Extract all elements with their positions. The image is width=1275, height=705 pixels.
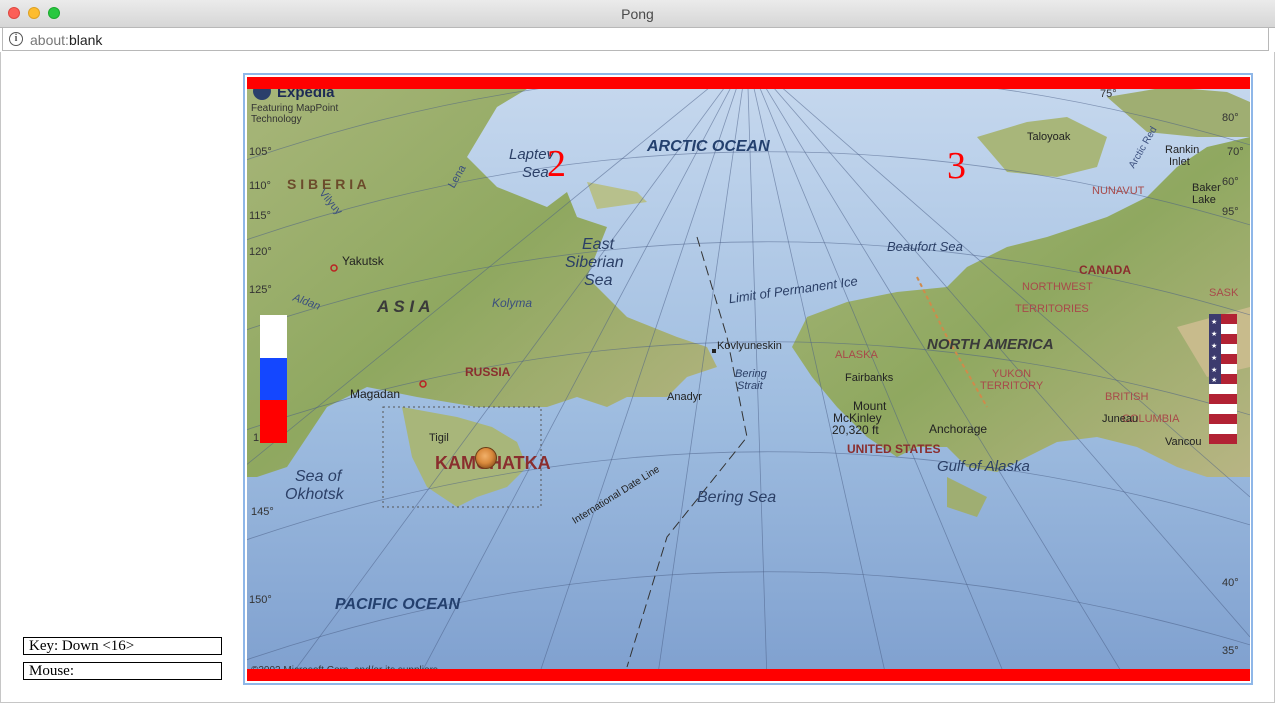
map-label-alaska: ALASKA	[835, 349, 878, 361]
address-text[interactable]: about:blank	[30, 32, 102, 48]
svg-text:★: ★	[1211, 318, 1217, 326]
right-score: 3	[947, 145, 966, 187]
map-degree-1: 1	[253, 432, 259, 444]
left-paddle-stripe-white	[260, 315, 287, 358]
map-degree-110: 110°	[249, 180, 271, 192]
map-brand-sub1: Featuring MapPoint	[251, 103, 338, 114]
right-paddle-stripe	[1209, 404, 1237, 414]
map-degree-40: 40°	[1222, 577, 1239, 589]
svg-text:★: ★	[1211, 330, 1217, 338]
map-label-russia: RUSSIA	[465, 365, 511, 379]
left-paddle-stripe-blue	[260, 357, 287, 401]
map-label-eastsib2: Siberian	[565, 254, 624, 271]
map-degree-70: 70°	[1227, 146, 1244, 158]
right-paddle-stripe	[1209, 414, 1237, 424]
map-label-beaufort: Beaufort Sea	[887, 239, 963, 254]
map-label-yukon2: TERRITORY	[980, 380, 1044, 392]
map-label-canada: CANADA	[1079, 263, 1131, 277]
map-degree-120: 120°	[249, 246, 272, 258]
window-titlebar: Pong	[0, 0, 1275, 28]
map-label-rankin1: Rankin	[1165, 144, 1199, 156]
game-canvas[interactable]: Expedia Featuring MapPoint Technology AR…	[247, 77, 1250, 681]
left-score: 2	[547, 143, 566, 185]
address-scheme: about:	[30, 32, 69, 48]
mouse-readout: Mouse:	[23, 662, 222, 680]
top-wall	[247, 77, 1250, 89]
map-degree-35: 35°	[1222, 645, 1239, 657]
map-label-bering2: Strait	[737, 380, 764, 392]
right-paddle-stripe	[1209, 434, 1237, 444]
map-label-vancouver: Vancou	[1165, 436, 1202, 448]
map-label-british: BRITISH	[1105, 391, 1148, 403]
map-degree-105: 105°	[249, 146, 272, 158]
map-degree-75: 75°	[1100, 88, 1117, 100]
map-label-nwt2: TERRITORIES	[1015, 303, 1089, 315]
ball	[475, 447, 497, 469]
map-label-eastsib3: Sea	[584, 272, 613, 289]
map-label-anchorage: Anchorage	[929, 422, 987, 436]
svg-text:★: ★	[1211, 342, 1217, 350]
map-label-kolyma: Kolyma	[492, 296, 532, 310]
map-degree-150: 150°	[249, 594, 272, 606]
map-label-rankin2: Inlet	[1169, 156, 1190, 168]
window-title: Pong	[621, 6, 654, 22]
map-label-nunavut: NUNAVUT	[1092, 185, 1145, 197]
map-label-beringsea: Bering Sea	[697, 489, 776, 506]
map-label-sask: SASK	[1209, 287, 1239, 299]
map-label-anadyr: Anadyr	[667, 391, 702, 403]
address-bar[interactable]: i about:blank	[2, 27, 1269, 51]
map-label-northamerica: NORTH AMERICA	[927, 336, 1054, 353]
map-degree-125: 125°	[249, 284, 272, 296]
map-background: Expedia Featuring MapPoint Technology AR…	[247, 77, 1250, 681]
left-paddle-stripe-red	[260, 400, 287, 443]
map-degree-115: 115°	[249, 210, 271, 222]
map-label-taloyoak: Taloyoak	[1027, 131, 1071, 143]
map-label-juneau: Juneau	[1102, 413, 1138, 425]
key-readout: Key: Down <16>	[23, 637, 222, 655]
svg-text:★: ★	[1211, 354, 1217, 362]
map-brand-sub2: Technology	[251, 114, 302, 125]
map-label-gulf: Gulf of Alaska	[937, 458, 1030, 475]
map-label-fairbanks: Fairbanks	[845, 372, 894, 384]
map-label-laptev2: Sea	[522, 164, 549, 181]
map-degree-95: 95°	[1222, 206, 1239, 218]
right-paddle-stripe	[1209, 394, 1237, 404]
map-degree-145: 145°	[251, 506, 274, 518]
map-label-okhotsk1: Sea of	[295, 468, 343, 485]
map-label-kovly: Kovlyuneskin	[717, 340, 782, 352]
map-label-pacific: PACIFIC OCEAN	[335, 596, 460, 613]
map-label-bering1: Bering	[735, 368, 768, 380]
map-label-baker1: Baker	[1192, 182, 1221, 194]
right-paddle-stripe	[1209, 424, 1237, 434]
left-paddle-russian-flag[interactable]	[260, 315, 287, 443]
bottom-wall	[247, 669, 1250, 681]
map-label-yakutsk: Yakutsk	[342, 254, 385, 268]
map-label-baker2: Lake	[1192, 194, 1216, 206]
map-label-us: UNITED STATES	[847, 442, 941, 456]
info-icon[interactable]: i	[9, 32, 23, 46]
map-label-magadan: Magadan	[350, 387, 400, 401]
right-paddle-us-flag[interactable]: ★ ★ ★ ★ ★ ★	[1209, 314, 1237, 444]
address-path: blank	[68, 32, 103, 48]
right-paddle-stripe	[1209, 384, 1237, 394]
map-label-eastsib1: East	[582, 236, 615, 253]
map-label-nwt1: NORTHWEST	[1022, 281, 1093, 293]
map-degree-80: 80°	[1222, 112, 1239, 124]
map-label-tigil: Tigil	[429, 432, 449, 444]
svg-text:★: ★	[1211, 376, 1217, 384]
svg-text:★: ★	[1211, 366, 1217, 374]
map-degree-60: 60°	[1222, 176, 1239, 188]
map-label-mckinley3: 20,320 ft	[832, 423, 879, 437]
map-label-arctic: ARCTIC OCEAN	[646, 138, 770, 155]
map-label-okhotsk2: Okhotsk	[285, 486, 345, 503]
map-label-yukon1: YUKON	[992, 368, 1031, 380]
map-label-asia: A S I A	[376, 297, 431, 316]
